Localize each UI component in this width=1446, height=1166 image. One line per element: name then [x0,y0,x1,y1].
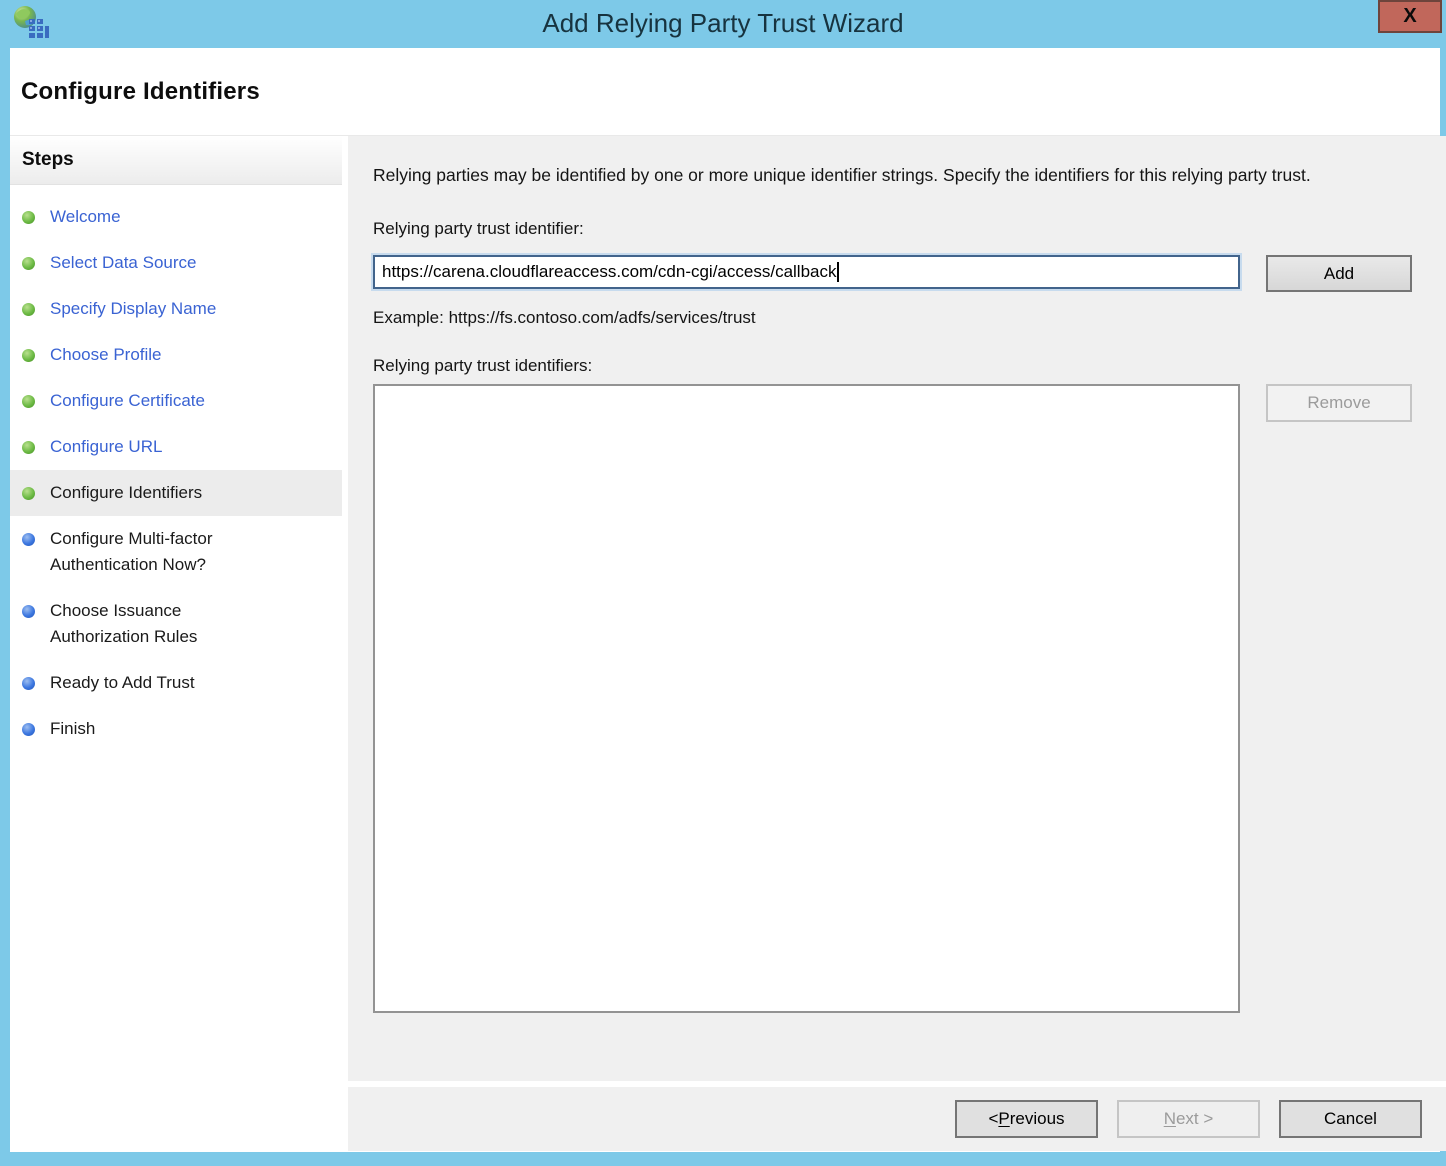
step-bullet-icon [22,303,35,316]
window-title: Add Relying Party Trust Wizard [0,0,1446,48]
identifier-field-label: Relying party trust identifier: [373,219,1412,239]
previous-button[interactable]: < Previous [955,1100,1098,1138]
step-bullet-icon [22,723,35,736]
step-bullet-icon [22,677,35,690]
step-label: Ready to Add Trust [50,670,195,696]
sidebar-step-finish: Finish [10,706,342,752]
main-pane: Relying parties may be identified by one… [348,136,1446,1151]
identifier-input-value: https://carena.cloudflareaccess.com/cdn-… [382,262,836,282]
sidebar-step-choose-issuance-authorization-rules: Choose Issuance Authorization Rules [10,588,342,660]
close-button[interactable]: X [1378,0,1442,33]
steps-sidebar: Steps Welcome Select Data Source Specify… [10,136,342,1151]
step-label: Select Data Source [50,250,196,276]
sidebar-step-configure-certificate[interactable]: Configure Certificate [10,378,342,424]
page-title: Configure Identifiers [21,78,260,106]
add-button[interactable]: Add [1266,255,1412,292]
step-label: Choose Issuance Authorization Rules [50,598,270,650]
example-text: Example: https://fs.contoso.com/adfs/ser… [373,308,1412,328]
identifiers-list-label: Relying party trust identifiers: [373,356,1412,376]
step-bullet-icon [22,395,35,408]
steps-heading: Steps [22,149,74,171]
next-accesskey: N [1164,1109,1176,1129]
step-bullet-icon [22,605,35,618]
sidebar-step-specify-display-name[interactable]: Specify Display Name [10,286,342,332]
previous-rest: revious [1010,1109,1065,1129]
intro-text: Relying parties may be identified by one… [373,162,1395,189]
step-bullet-icon [22,349,35,362]
text-caret [837,262,839,282]
sidebar-step-select-data-source[interactable]: Select Data Source [10,240,342,286]
sidebar-step-configure-identifiers: Configure Identifiers [10,470,342,516]
sidebar-step-welcome[interactable]: Welcome [10,194,342,240]
step-bullet-icon [22,211,35,224]
previous-accesskey: P [998,1109,1009,1129]
sidebar-step-ready-to-add-trust: Ready to Add Trust [10,660,342,706]
wizard-footer: < Previous Next > Cancel [348,1081,1446,1151]
identifiers-listbox[interactable] [373,384,1240,1013]
cancel-button[interactable]: Cancel [1279,1100,1422,1138]
titlebar: Add Relying Party Trust Wizard X [0,0,1446,48]
steps-header: Steps [10,136,342,185]
page-header: Configure Identifiers [10,48,1440,136]
previous-prefix: < [988,1109,998,1129]
step-bullet-icon [22,533,35,546]
step-label: Welcome [50,204,121,230]
step-label: Configure URL [50,434,162,460]
step-label: Configure Certificate [50,388,205,414]
step-bullet-icon [22,257,35,270]
remove-button[interactable]: Remove [1266,384,1412,422]
steps-list: Welcome Select Data Source Specify Displ… [10,194,342,752]
step-label: Specify Display Name [50,296,216,322]
step-label: Configure Multi-factor Authentication No… [50,526,270,578]
step-bullet-icon [22,441,35,454]
step-label: Finish [50,716,95,742]
step-label: Configure Identifiers [50,480,202,506]
next-rest: ext > [1176,1109,1213,1129]
sidebar-step-configure-url[interactable]: Configure URL [10,424,342,470]
step-label: Choose Profile [50,342,162,368]
step-content: Relying parties may be identified by one… [348,136,1446,1081]
identifier-input[interactable]: https://carena.cloudflareaccess.com/cdn-… [373,255,1240,289]
wizard-window: Configure Identifiers Steps Welcome Sele… [10,48,1440,1152]
sidebar-step-configure-multi-factor-authentication-now: Configure Multi-factor Authentication No… [10,516,342,588]
next-button[interactable]: Next > [1117,1100,1260,1138]
step-bullet-icon [22,487,35,500]
sidebar-step-choose-profile[interactable]: Choose Profile [10,332,342,378]
